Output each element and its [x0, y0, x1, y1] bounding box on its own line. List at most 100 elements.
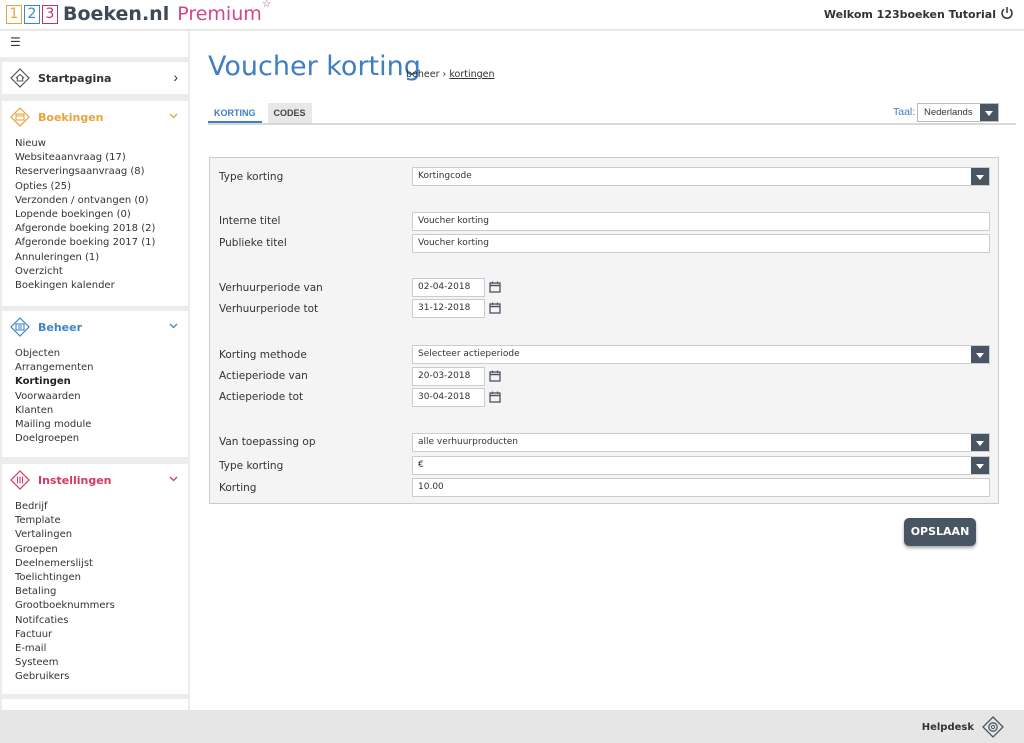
actie-van-input[interactable]: 20-03-2018 — [412, 367, 485, 386]
sidebar-link[interactable]: Afgeronde boeking 2018 (2) — [15, 222, 155, 236]
sidebar-link[interactable]: Bedrijf — [15, 500, 115, 514]
tab-codes[interactable]: CODES — [267, 103, 312, 123]
verhuur-van-input[interactable]: 02-04-2018 — [412, 278, 485, 297]
calendar-icon[interactable] — [489, 281, 501, 293]
korting-methode-select[interactable]: Selecteer actieperiode — [412, 345, 990, 364]
sidebar-header-boekingen[interactable]: Boekingen — [2, 101, 188, 133]
helpdesk-icon[interactable] — [982, 716, 1004, 738]
sidebar-link[interactable]: Boekingen kalender — [15, 279, 155, 293]
sidebar-link[interactable]: Annuleringen (1) — [15, 251, 155, 265]
sidebar-link[interactable]: Grootboeknummers — [15, 599, 115, 613]
sidebar-item-startpagina[interactable]: Startpagina › — [2, 62, 188, 94]
sidebar-link[interactable]: Websiteaanvraag (17) — [15, 151, 155, 165]
sidebar-link[interactable]: Template — [15, 514, 115, 528]
breadcrumb: beheer › kortingen — [406, 69, 495, 80]
sidebar-section-beheer: Beheer Objecten Arrangementen Kortingen … — [2, 311, 188, 457]
verhuur-van-label: Verhuurperiode van — [219, 282, 323, 294]
sidebar-link[interactable]: Notifcaties — [15, 614, 115, 628]
sidebar-toggle[interactable]: ☰ — [0, 31, 188, 57]
sidebar-link[interactable]: Systeem — [15, 656, 115, 670]
sidebar-section-title: Boekingen — [38, 110, 104, 124]
power-icon[interactable] — [1000, 6, 1014, 20]
type-korting-2-select[interactable]: € — [412, 456, 990, 475]
breadcrumb-separator: › — [442, 69, 447, 80]
sidebar-header-beheer[interactable]: Beheer — [2, 311, 188, 343]
menu-collapse-icon[interactable]: ☰ — [10, 35, 21, 49]
logo-premium: Premium☆ — [177, 0, 272, 25]
type-korting-value: Kortingcode — [418, 171, 472, 181]
verhuur-tot-label: Verhuurperiode tot — [219, 303, 319, 315]
helpdesk-link[interactable]: Helpdesk — [922, 722, 974, 733]
sidebar-link[interactable]: Factuur — [15, 628, 115, 642]
sidebar-link[interactable]: Nieuw — [15, 137, 155, 151]
discount-form: Type korting Kortingcode Interne titel V… — [209, 157, 999, 504]
sidebar: ☰ Startpagina › Boekingen Nieuw Websitea… — [0, 31, 190, 710]
sidebar-section-next — [2, 699, 188, 710]
actie-tot-label: Actieperiode tot — [219, 391, 304, 403]
chevron-right-icon: › — [173, 69, 178, 85]
sidebar-link[interactable]: Deelnemerslijst — [15, 557, 115, 571]
calendar-icon[interactable] — [489, 370, 501, 382]
bookings-icon — [10, 107, 30, 127]
sidebar-link[interactable]: Mailing module — [15, 418, 94, 432]
main-content: Voucher korting beheer › kortingen KORTI… — [190, 31, 1024, 710]
boekingen-list: Nieuw Websiteaanvraag (17) Reserveringsa… — [15, 137, 155, 293]
calendar-icon[interactable] — [489, 391, 501, 403]
sidebar-header-instellingen[interactable]: Instellingen — [2, 464, 188, 496]
sidebar-link[interactable]: Lopende boekingen (0) — [15, 208, 155, 222]
logo-digit-3: 3 — [42, 4, 58, 24]
footer: Helpdesk — [0, 710, 1024, 743]
type-korting-2-label: Type korting — [219, 460, 284, 472]
type-korting-label: Type korting — [219, 171, 284, 183]
welcome-text: Welkom 123boeken Tutorial — [823, 8, 996, 21]
toepassing-select[interactable]: alle verhuurproducten — [412, 433, 990, 452]
sidebar-link[interactable]: Afgeronde boeking 2017 (1) — [15, 236, 155, 250]
calendar-icon[interactable] — [489, 302, 501, 314]
type-korting-select[interactable]: Kortingcode — [412, 167, 990, 186]
tab-bar: KORTING CODES — [208, 103, 318, 123]
korting-input[interactable]: 10.00 — [412, 478, 990, 497]
sidebar-link[interactable]: Verzonden / ontvangen (0) — [15, 194, 155, 208]
sidebar-link[interactable]: Arrangementen — [15, 361, 94, 375]
interne-titel-label: Interne titel — [219, 215, 281, 227]
verhuur-tot-input[interactable]: 31-12-2018 — [412, 299, 485, 318]
sidebar-link[interactable]: Klanten — [15, 404, 94, 418]
logo[interactable]: 1 2 3 Boeken.nl Premium☆ — [6, 0, 272, 25]
sidebar-link[interactable]: Reserveringsaanvraag (8) — [15, 165, 155, 179]
korting-methode-value: Selecteer actieperiode — [418, 349, 520, 359]
sidebar-link[interactable]: Toelichtingen — [15, 571, 115, 585]
star-icon: ☆ — [261, 0, 272, 10]
sidebar-link[interactable]: Gebruikers — [15, 670, 115, 684]
sidebar-link[interactable]: Opties (25) — [15, 180, 155, 194]
page-title: Voucher korting — [208, 51, 421, 82]
sidebar-link[interactable]: Objecten — [15, 347, 94, 361]
logo-digit-2: 2 — [24, 4, 40, 24]
actie-tot-input[interactable]: 30-04-2018 — [412, 388, 485, 407]
chevron-down-icon — [169, 476, 178, 482]
publieke-titel-input[interactable]: Voucher korting — [412, 234, 990, 253]
sidebar-link-active[interactable]: Kortingen — [15, 375, 94, 389]
sidebar-link[interactable]: Groepen — [15, 543, 115, 557]
actie-van-label: Actieperiode van — [219, 370, 308, 382]
breadcrumb-kortingen[interactable]: kortingen — [449, 69, 494, 80]
sidebar-link[interactable]: Vertalingen — [15, 528, 115, 542]
manage-icon — [10, 317, 30, 337]
sidebar-item-label: Startpagina — [38, 71, 112, 85]
save-button[interactable]: OPSLAAN — [904, 518, 976, 546]
sidebar-link[interactable]: Doelgroepen — [15, 432, 94, 446]
sidebar-link[interactable]: E-mail — [15, 642, 115, 656]
sidebar-link[interactable]: Overzicht — [15, 265, 155, 279]
interne-titel-input[interactable]: Voucher korting — [412, 212, 990, 231]
toepassing-value: alle verhuurproducten — [418, 437, 518, 447]
korting-label: Korting — [219, 482, 257, 494]
tab-korting[interactable]: KORTING — [208, 103, 262, 123]
logo-brand: Boeken.nl — [63, 3, 170, 25]
language-select[interactable]: Nederlands — [917, 103, 999, 122]
breadcrumb-beheer[interactable]: beheer — [406, 69, 440, 80]
language-label: Taal: — [893, 106, 916, 118]
dropdown-arrow-icon — [971, 434, 989, 451]
tab-divider — [208, 123, 1016, 125]
sidebar-link[interactable]: Betaling — [15, 585, 115, 599]
dropdown-arrow-icon — [971, 168, 989, 185]
sidebar-link[interactable]: Voorwaarden — [15, 390, 94, 404]
